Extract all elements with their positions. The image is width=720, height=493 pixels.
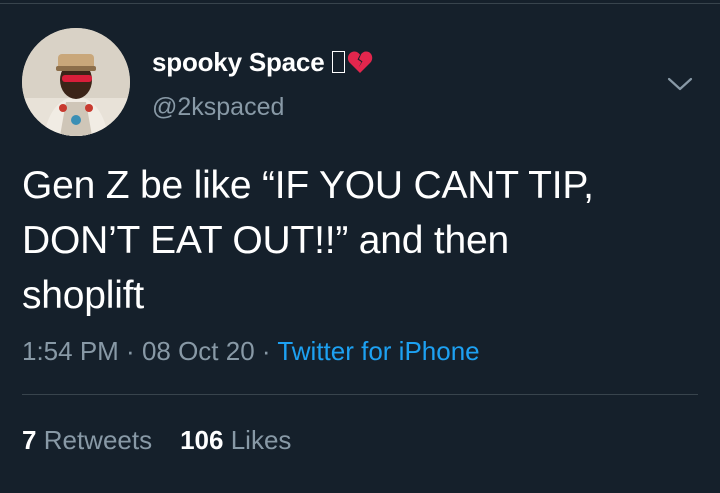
likes-stat[interactable]: 106 Likes: [180, 425, 291, 455]
broken-heart-icon: [347, 49, 373, 81]
user-handle[interactable]: @2kspaced: [152, 92, 284, 122]
retweets-count: 7: [22, 425, 37, 455]
tweet-source-link[interactable]: Twitter for iPhone: [277, 336, 479, 366]
stats-divider: [22, 394, 698, 395]
tweet-stats: 7 Retweets 106 Likes: [22, 423, 291, 457]
likes-count: 106: [180, 425, 224, 455]
tweet-time[interactable]: 1:54 PM: [22, 336, 119, 366]
meta-separator: ·: [118, 336, 142, 366]
display-name-text: spooky Space: [152, 47, 325, 77]
likes-label: Likes: [230, 425, 292, 455]
display-name[interactable]: spooky Space: [152, 46, 373, 81]
meta-separator: ·: [254, 336, 278, 366]
missing-glyph-icon: [332, 51, 346, 73]
tweet-date[interactable]: 08 Oct 20: [142, 336, 255, 366]
tweet-meta: 1:54 PM · 08 Oct 20 · Twitter for iPhone: [22, 334, 480, 368]
tweet-text: Gen Z be like “IF YOU CANT TIP, DON’T EA…: [22, 164, 594, 317]
avatar[interactable]: [22, 28, 130, 136]
top-divider: [0, 3, 720, 4]
avatar-image: [22, 28, 130, 136]
chevron-down-icon[interactable]: [667, 74, 693, 94]
retweets-stat[interactable]: 7 Retweets: [22, 425, 152, 455]
retweets-label: Retweets: [43, 425, 153, 455]
